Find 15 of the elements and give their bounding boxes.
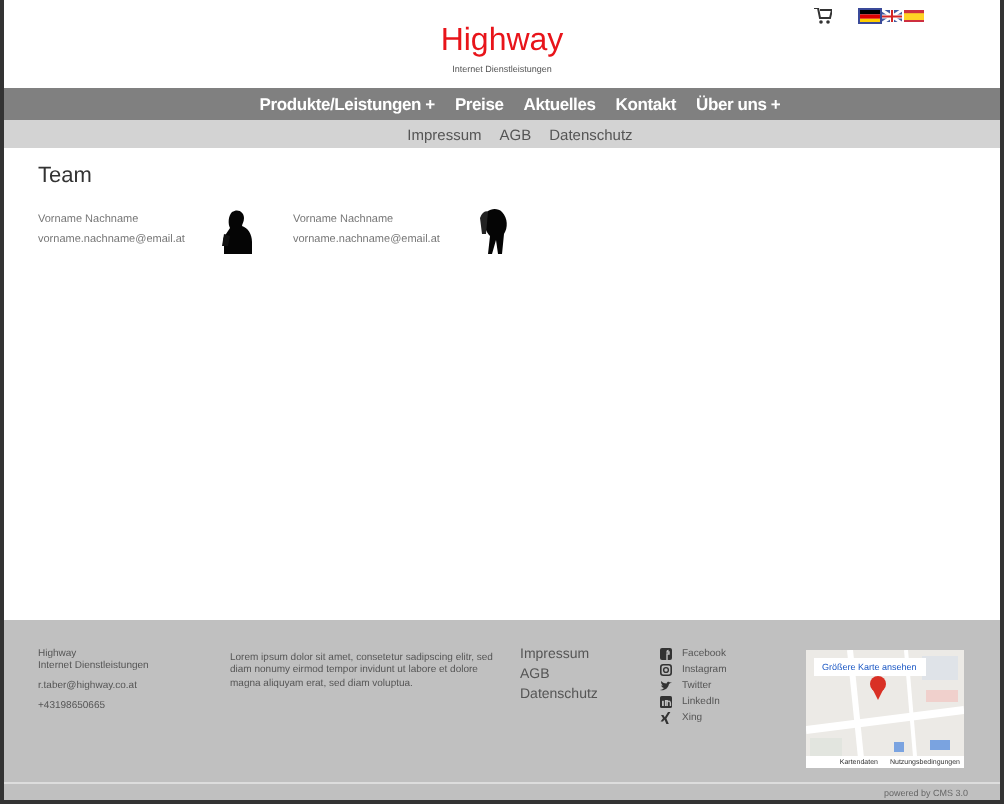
linkedin-icon bbox=[660, 696, 672, 708]
flag-icon[interactable] bbox=[860, 9, 880, 23]
section-heading: Team bbox=[38, 164, 94, 188]
cart-icon[interactable] bbox=[814, 8, 832, 24]
nav-link[interactable]: Preise bbox=[454, 94, 504, 114]
flag-icon[interactable] bbox=[882, 9, 902, 23]
xing-icon bbox=[660, 712, 672, 724]
facebook-icon bbox=[660, 648, 672, 660]
nav-link[interactable]: Aktuelles bbox=[523, 94, 596, 114]
site-title[interactable]: Highway bbox=[440, 24, 564, 60]
instagram-icon bbox=[660, 664, 672, 676]
nav-link[interactable]: Kontakt bbox=[615, 94, 677, 114]
twitter-icon bbox=[660, 680, 672, 692]
nav-link[interactable]: Über uns + bbox=[696, 94, 781, 114]
nav-link[interactable]: Produkte/Leistungen + bbox=[259, 94, 435, 114]
